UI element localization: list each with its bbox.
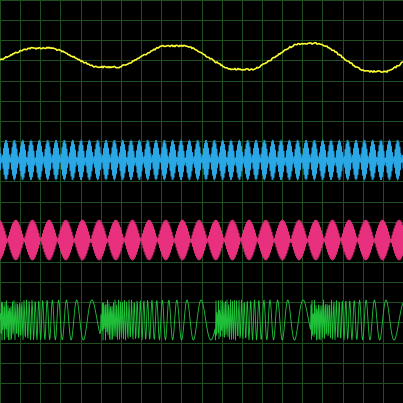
oscilloscope-screen: [0, 0, 403, 403]
